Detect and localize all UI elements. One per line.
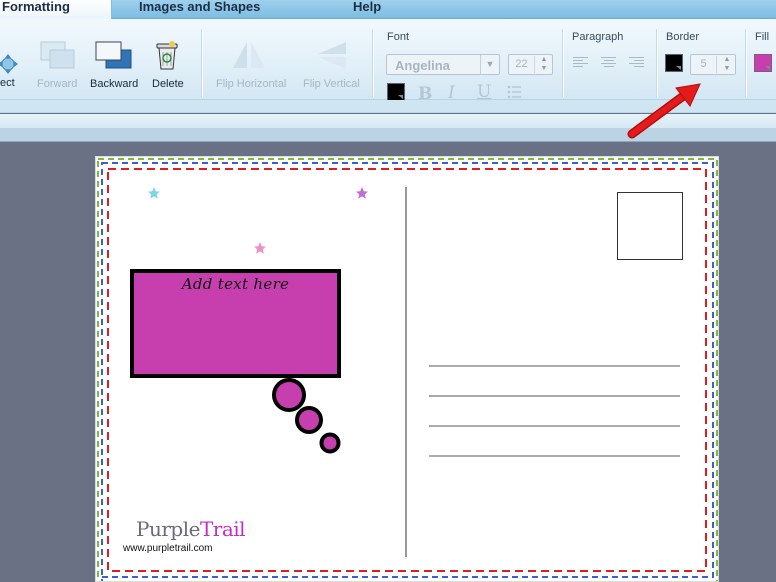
send-backward-icon [95, 41, 132, 69]
flip-horizontal-icon [233, 42, 265, 68]
fill-color-swatch[interactable] [754, 54, 772, 72]
backward-label: Backward [90, 78, 139, 90]
flip-vertical-icon [318, 42, 346, 69]
move-arrows-icon [0, 54, 18, 74]
dropdown-corner-icon [398, 95, 403, 99]
ribbon-separator [562, 29, 563, 97]
font-family-select[interactable]: Angelina ▼ [386, 54, 500, 75]
purpletrail-logo: PurpleTrail [136, 517, 246, 541]
tab-images-and-shapes[interactable]: Images and Shapes [139, 0, 279, 19]
logo-part1: Purple [136, 517, 200, 541]
border-group-title: Border [666, 31, 700, 43]
stepper-arrows[interactable]: ▲ ▼ [719, 55, 735, 74]
forward-label: Forward [37, 78, 78, 90]
flip-vertical-button[interactable]: Flip Vertical [300, 39, 364, 94]
chevron-up-icon: ▲ [723, 56, 731, 63]
star-icon [254, 242, 266, 254]
border-width-stepper[interactable]: 5 ▲ ▼ [690, 54, 736, 75]
delete-label: Delete [152, 78, 184, 90]
font-family-value: Angelina [395, 58, 450, 73]
chevron-down-icon: ▼ [480, 55, 499, 74]
delete-button[interactable]: Delete [147, 39, 189, 94]
thought-bubble-circle [295, 406, 323, 434]
border-color-swatch[interactable] [665, 54, 683, 72]
flip-horizontal-button[interactable]: Flip Horizontal [214, 39, 288, 94]
font-size-value: 22 [509, 56, 535, 73]
bubble-text[interactable]: Add text here [132, 275, 339, 293]
font-size-stepper[interactable]: 22 ▲ ▼ [508, 54, 553, 75]
flip-vertical-label: Flip Vertical [303, 78, 360, 90]
chevron-down-icon: ▼ [723, 65, 731, 72]
border-width-value: 5 [691, 56, 717, 73]
ribbon-separator [201, 29, 202, 97]
recycle-bin-icon [156, 41, 178, 70]
align-right-icon[interactable] [629, 57, 644, 70]
backward-button[interactable]: Backward [88, 39, 140, 94]
dropdown-corner-icon [765, 66, 770, 70]
align-center-icon[interactable] [601, 57, 616, 70]
bring-forward-icon [40, 41, 75, 69]
stamp-placeholder [617, 192, 683, 260]
annotation-arrow-icon [627, 83, 701, 139]
underline-icon[interactable]: U [477, 82, 491, 102]
tab-bar: Formatting Images and Shapes Help [0, 0, 776, 20]
select-label: ect [0, 77, 15, 89]
postcard-canvas[interactable]: Add text here PurpleTrail www.purpletrai… [95, 156, 719, 582]
tab-help[interactable]: Help [353, 0, 393, 19]
font-color-swatch[interactable] [387, 83, 405, 101]
flip-horizontal-label: Flip Horizontal [216, 78, 287, 90]
star-icon [356, 187, 368, 199]
font-group-title: Font [387, 31, 410, 43]
star-icon [148, 187, 160, 199]
align-left-icon[interactable] [573, 57, 588, 70]
ribbon-separator [372, 29, 373, 97]
paragraph-group-title: Paragraph [572, 31, 624, 43]
ribbon-separator [745, 29, 746, 97]
logo-url: www.purpletrail.com [123, 543, 213, 554]
chevron-up-icon: ▲ [540, 56, 548, 63]
thought-bubble-circle [319, 432, 341, 454]
tab-formatting[interactable]: Formatting [0, 0, 112, 20]
thought-bubble-circle [272, 378, 306, 412]
chevron-down-icon: ▼ [540, 65, 548, 72]
bullet-list-icon[interactable] [507, 84, 523, 100]
select-button[interactable]: ect [0, 49, 26, 94]
dropdown-corner-icon [676, 66, 681, 70]
fill-group-title: Fill [755, 31, 770, 43]
stepper-arrows[interactable]: ▲ ▼ [536, 55, 552, 74]
forward-button[interactable]: Forward [34, 39, 82, 94]
logo-part2: Trail [199, 517, 246, 541]
